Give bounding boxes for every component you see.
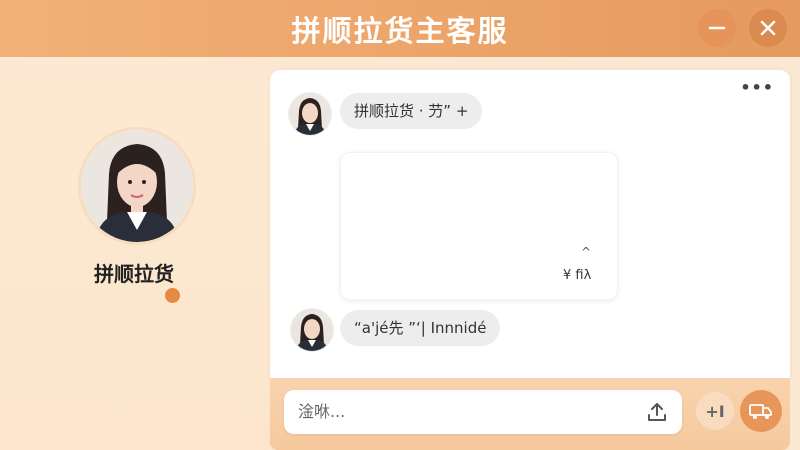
agent-avatar	[78, 127, 196, 245]
message-bubble: 拼顺拉货 · 芀” +	[340, 93, 483, 129]
truck-icon	[749, 404, 772, 419]
message-bubble: “a'jé先 ”ʻ| Innnidé	[340, 310, 501, 346]
message-card[interactable]: ^ ¥ fiλ	[340, 152, 618, 300]
more-options-icon[interactable]: •••	[740, 78, 774, 97]
title-bar: 拼顺拉货主客服	[0, 0, 800, 57]
message-avatar	[290, 308, 334, 352]
card-arrow: ^	[581, 245, 592, 259]
card-price: ¥ fiλ	[563, 268, 592, 283]
status-dot	[165, 288, 180, 303]
input-bar: 淦咻... +I	[270, 378, 790, 450]
input-placeholder: 淦咻...	[298, 402, 346, 421]
window-title: 拼顺拉货主客服	[291, 13, 509, 48]
upload-icon[interactable]	[646, 401, 668, 427]
close-icon	[760, 20, 776, 36]
minimize-icon	[708, 26, 726, 30]
agent-name: 拼顺拉货	[94, 262, 174, 286]
message-input[interactable]: 淦咻...	[284, 390, 682, 434]
minimize-button[interactable]	[698, 9, 736, 47]
close-button[interactable]	[749, 9, 787, 47]
send-button[interactable]	[740, 390, 782, 432]
message-avatar	[288, 92, 332, 136]
agent-panel: 拼顺拉货	[0, 57, 270, 450]
add-button[interactable]: +I	[696, 392, 734, 430]
chat-panel[interactable]: ••• 拼顺拉货 · 芀” + ^ ¥ fiλ “a'jé先 ”ʻ| Innni…	[270, 70, 790, 380]
